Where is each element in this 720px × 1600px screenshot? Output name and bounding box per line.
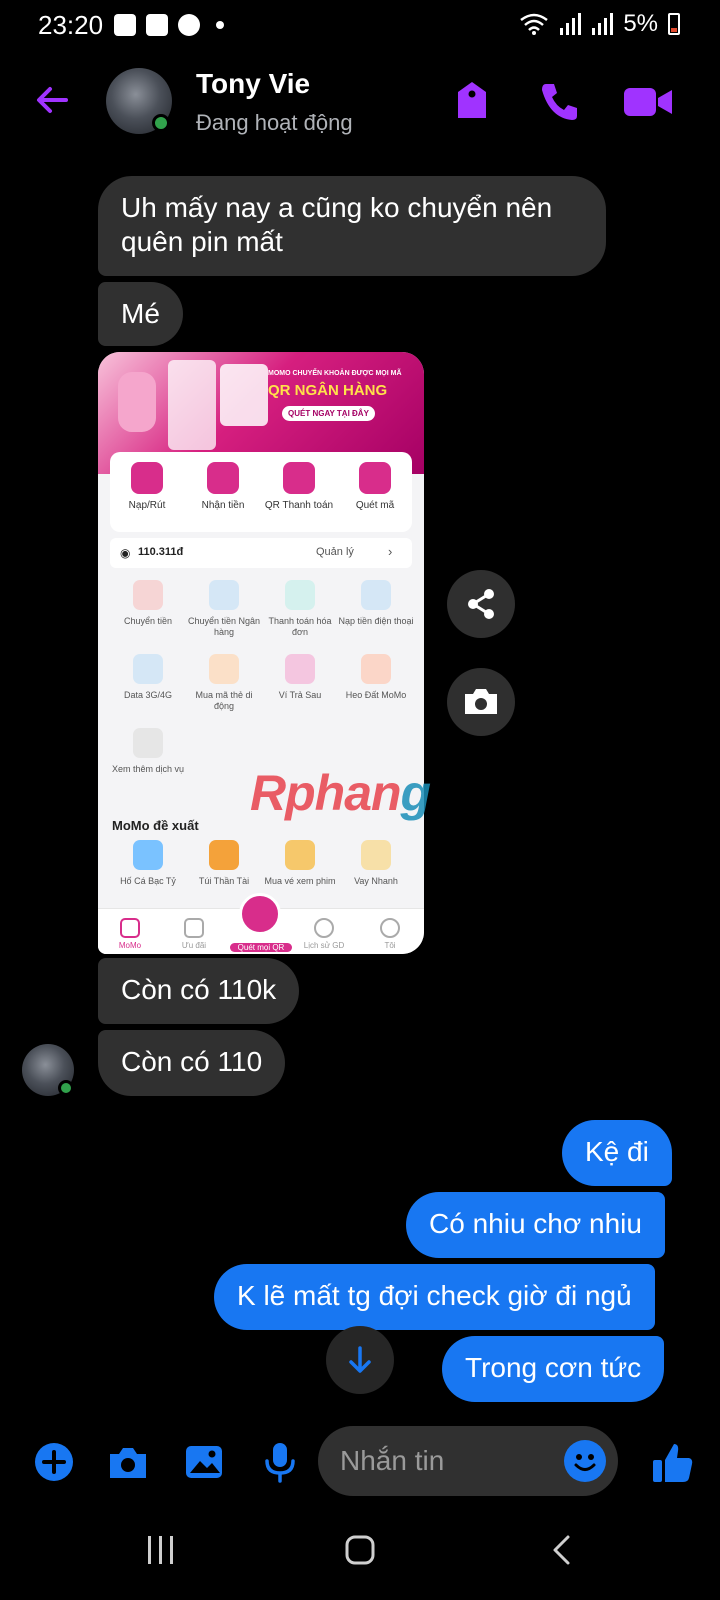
back-arrow-icon[interactable]	[32, 80, 72, 120]
video-icon[interactable]	[622, 78, 674, 124]
battery-percent: 5%	[623, 10, 658, 37]
balance-row: ◉ 110.311đ Quản lý ›	[110, 538, 412, 568]
message-input[interactable]: Nhắn tin	[318, 1426, 618, 1496]
mic-icon[interactable]	[258, 1440, 302, 1484]
shared-image-momo[interactable]: MOMO CHUYỂN KHOẢN ĐƯỢC MỌI MÃ QR NGÂN HÀ…	[98, 352, 424, 954]
phone-icon[interactable]	[536, 78, 584, 124]
wifi-icon	[520, 13, 549, 35]
system-nav-bar	[0, 1510, 720, 1600]
data-icon	[133, 654, 163, 684]
online-indicator	[58, 1080, 74, 1096]
history-icon	[314, 918, 334, 938]
offer-icon	[184, 918, 204, 938]
quick-actions: Nạp/Rút Nhận tiền QR Thanh toán Quét mã	[110, 452, 412, 532]
deposit-icon	[131, 462, 163, 494]
outgoing-message[interactable]: K lẽ mất tg đợi check giờ đi ngủ	[214, 1264, 655, 1330]
battery-icon	[668, 13, 680, 35]
receive-icon	[207, 462, 239, 494]
qr-pay-icon	[283, 462, 315, 494]
watermark-logo: Rphang	[250, 765, 431, 821]
transfer-icon	[133, 580, 163, 610]
more-services-icon	[133, 728, 163, 758]
telegram-icon	[178, 14, 200, 36]
incoming-message[interactable]: Mé	[98, 282, 183, 346]
profile-icon	[380, 918, 400, 938]
recent-apps-icon[interactable]	[146, 1534, 176, 1566]
signal-icon	[560, 13, 582, 35]
more-notifications-icon	[216, 21, 224, 29]
chevron-right-icon: ›	[388, 544, 393, 559]
back-icon[interactable]	[550, 1534, 574, 1566]
scan-icon	[359, 462, 391, 494]
status-time: 23:20	[38, 10, 104, 40]
incoming-message[interactable]: Uh mấy nay a cũng ko chuyển nên quên pin…	[98, 176, 606, 276]
save-image-button[interactable]	[447, 668, 515, 736]
gallery-icon[interactable]	[182, 1440, 226, 1484]
tag-icon[interactable]	[448, 78, 496, 124]
topup-icon	[361, 580, 391, 610]
share-button[interactable]	[447, 570, 515, 638]
incoming-message[interactable]: Còn có 110k	[98, 958, 300, 1024]
outgoing-message[interactable]: Trong cơn tức	[442, 1336, 665, 1402]
status-bar: 23:20 5%	[0, 0, 720, 52]
piggy-icon	[361, 654, 391, 684]
qr-image	[168, 360, 216, 450]
loan-icon	[361, 840, 391, 870]
scan-qr-icon	[239, 893, 281, 935]
home-icon	[120, 918, 140, 938]
camera-icon[interactable]	[106, 1440, 150, 1484]
signal-icon	[592, 13, 614, 35]
wallet-icon	[285, 654, 315, 684]
presence-status: Đang hoạt động	[196, 110, 353, 135]
scroll-down-button[interactable]	[326, 1326, 394, 1394]
message-placeholder: Nhắn tin	[340, 1445, 445, 1476]
camera-icon	[465, 689, 497, 714]
card-icon	[209, 654, 239, 684]
lucky-bag-icon	[209, 840, 239, 870]
outgoing-message[interactable]: Có nhiu chơ nhiu	[406, 1192, 665, 1258]
like-icon[interactable]	[650, 1440, 696, 1486]
mascot-image	[118, 372, 156, 432]
movie-icon	[285, 840, 315, 870]
arrow-down-icon	[349, 1346, 371, 1373]
alert-icon	[146, 14, 168, 36]
suggest-title: MoMo đề xuất	[112, 818, 199, 833]
incoming-message[interactable]: Còn có 110	[98, 1030, 286, 1096]
fish-game-icon	[133, 840, 163, 870]
home-icon[interactable]	[344, 1534, 376, 1566]
contact-name[interactable]: Tony Vie	[196, 68, 310, 100]
emoji-icon[interactable]	[564, 1440, 606, 1482]
qr-image	[220, 364, 268, 426]
online-indicator	[152, 114, 170, 132]
manage-label: Quản lý	[316, 546, 354, 558]
eye-icon: ◉	[120, 546, 131, 560]
share-icon	[468, 589, 494, 619]
bill-icon	[285, 580, 315, 610]
gallery-icon	[114, 14, 136, 36]
balance-value: 110.311đ	[138, 546, 184, 558]
plus-icon[interactable]	[32, 1440, 76, 1484]
composer-bar: Nhắn tin	[0, 1420, 720, 1508]
outgoing-message[interactable]: Kệ đi	[562, 1120, 672, 1186]
momo-tabbar: MoMo Ưu đãi Quét mọi QR Lịch sử GD Tôi	[98, 893, 424, 954]
chat-header: Tony Vie Đang hoạt động	[0, 60, 720, 142]
bank-icon	[209, 580, 239, 610]
